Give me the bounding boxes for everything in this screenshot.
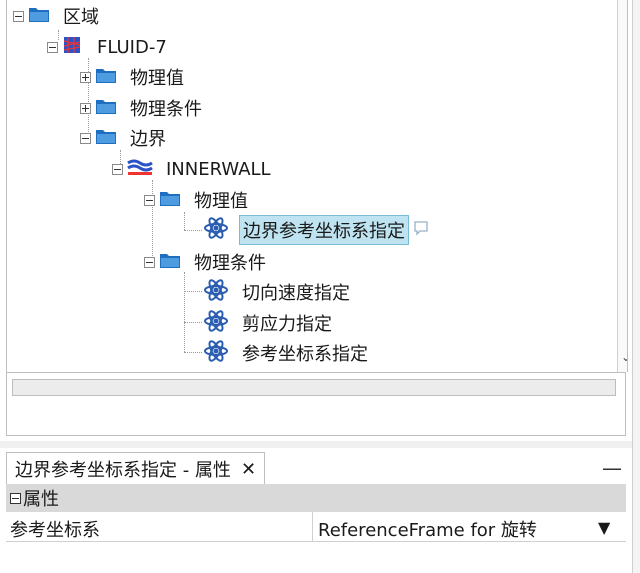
properties-tabbar: 边界参考坐标系指定 - 属性 ✕ — <box>6 448 626 485</box>
atom-value-icon <box>203 309 229 338</box>
tree-node-boundaries[interactable]: 边界 <box>80 125 169 151</box>
tree-node-label: 物理值 <box>194 191 248 212</box>
folder-icon <box>159 189 181 212</box>
tree-vertical-scrollbar[interactable]: ⌄ <box>617 0 627 372</box>
tree-connector <box>184 352 202 353</box>
tree-node-fluid-region[interactable]: FLUID-7 <box>47 34 170 60</box>
collapse-toggle[interactable] <box>47 41 58 53</box>
simulation-tree[interactable]: 区域 FLUID-7 物理值 物理条件 边界 INNERWALL 物理值 边界参… <box>6 0 628 372</box>
tree-node-label: INNERWALL <box>166 158 271 180</box>
tree-node-physics-conditions[interactable]: 物理条件 <box>80 95 205 121</box>
tree-connector <box>184 212 185 230</box>
tree-node-label: 剪应力指定 <box>242 314 332 335</box>
folder-icon <box>95 97 117 120</box>
description-bar <box>12 379 616 396</box>
minimize-icon[interactable]: — <box>602 456 622 480</box>
close-icon[interactable]: ✕ <box>241 459 256 480</box>
tree-node-boundary-reference-frame[interactable]: 边界参考坐标系指定 <box>203 215 429 245</box>
window-edge <box>632 0 640 573</box>
expand-toggle[interactable] <box>80 71 91 83</box>
folder-icon <box>95 66 117 89</box>
tree-node-label: 参考坐标系指定 <box>242 344 368 365</box>
property-group-label: 属性 <box>23 489 59 510</box>
region-mesh-icon <box>62 36 84 59</box>
folder-icon <box>95 127 117 150</box>
column-divider <box>312 512 313 542</box>
tab-title: 边界参考坐标系指定 - 属性 <box>15 460 231 481</box>
chevron-down-icon[interactable]: ⌄ <box>621 350 627 364</box>
property-group-header[interactable]: 属性 <box>6 484 626 512</box>
collapse-toggle[interactable] <box>80 132 91 144</box>
tree-node-tangential-velocity[interactable]: 切向速度指定 <box>203 278 353 307</box>
tree-node-shear-stress[interactable]: 剪应力指定 <box>203 309 335 338</box>
description-panel <box>6 372 626 436</box>
tree-node-label: 物理条件 <box>194 253 266 274</box>
atom-value-icon <box>203 216 229 245</box>
tree-connector <box>184 230 202 231</box>
folder-icon <box>159 251 181 274</box>
tree-node-label: 区域 <box>63 7 99 28</box>
tree-node-boundary-physics-values[interactable]: 物理值 <box>144 187 251 213</box>
collapse-toggle[interactable] <box>13 10 24 22</box>
expand-toggle[interactable] <box>80 102 91 114</box>
dropdown-arrow-icon[interactable]: ▼ <box>598 518 610 537</box>
tree-node-reference-frame[interactable]: 参考坐标系指定 <box>203 339 371 368</box>
tree-node-label: 物理条件 <box>130 99 202 120</box>
comment-icon[interactable] <box>413 220 429 241</box>
collapse-toggle[interactable] <box>144 194 155 206</box>
collapse-toggle[interactable] <box>144 256 155 268</box>
tree-node-label: 切向速度指定 <box>242 283 350 304</box>
tree-node-label: 边界参考坐标系指定 <box>239 215 409 245</box>
collapse-toggle[interactable] <box>10 492 21 504</box>
tree-node-innerwall[interactable]: INNERWALL <box>112 156 274 182</box>
panel-splitter[interactable] <box>0 441 640 448</box>
property-value[interactable]: ReferenceFrame for 旋转 <box>318 516 537 542</box>
properties-sheet: 属性 参考坐标系 ReferenceFrame for 旋转 ▼ <box>6 484 626 573</box>
folder-icon <box>28 5 50 28</box>
boundary-wall-icon <box>127 158 153 181</box>
tree-node-physics-values[interactable]: 物理值 <box>80 64 187 90</box>
tree-connector <box>184 291 202 292</box>
collapse-toggle[interactable] <box>112 163 123 175</box>
tree-connector <box>184 272 185 352</box>
atom-value-icon <box>203 339 229 368</box>
tab-properties[interactable]: 边界参考坐标系指定 - 属性 ✕ <box>6 452 266 485</box>
tree-node-regions[interactable]: 区域 <box>13 3 102 29</box>
property-row[interactable]: 参考坐标系 ReferenceFrame for 旋转 ▼ <box>6 512 626 542</box>
tree-node-boundary-physics-conditions[interactable]: 物理条件 <box>144 249 269 275</box>
atom-value-icon <box>203 278 229 307</box>
tree-node-label: 物理值 <box>130 68 184 89</box>
tree-node-label: FLUID-7 <box>97 36 167 58</box>
property-name: 参考坐标系 <box>10 520 100 541</box>
tree-connector <box>184 322 202 323</box>
tree-node-label: 边界 <box>130 129 166 150</box>
